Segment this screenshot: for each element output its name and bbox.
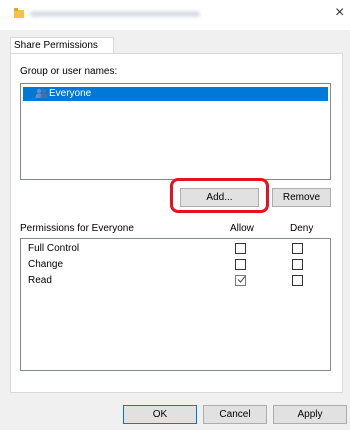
close-icon[interactable]: × bbox=[335, 3, 349, 23]
deny-checkbox[interactable] bbox=[292, 243, 303, 254]
folder-icon bbox=[14, 8, 24, 18]
title-bar: × bbox=[0, 0, 350, 30]
allow-checkbox[interactable] bbox=[235, 275, 246, 286]
deny-checkbox[interactable] bbox=[292, 259, 303, 270]
user-listbox[interactable]: Everyone bbox=[20, 83, 331, 180]
deny-column-header: Deny bbox=[290, 223, 314, 234]
apply-button[interactable]: Apply bbox=[273, 405, 347, 424]
permissions-for-label: Permissions for Everyone bbox=[20, 223, 134, 234]
allow-column-header: Allow bbox=[230, 223, 254, 234]
remove-button[interactable]: Remove bbox=[272, 188, 331, 207]
list-item-label: Everyone bbox=[49, 88, 92, 99]
permission-row: Full Control bbox=[21, 242, 330, 255]
allow-checkbox[interactable] bbox=[235, 259, 246, 270]
share-permissions-dialog: × Share Permissions Group or user names:… bbox=[0, 0, 350, 430]
tab-share-permissions[interactable]: Share Permissions bbox=[10, 37, 114, 53]
checkmark-icon bbox=[237, 276, 246, 283]
users-icon bbox=[35, 88, 48, 98]
dialog-body: Share Permissions Group or user names: E… bbox=[0, 30, 350, 430]
ok-button[interactable]: OK bbox=[123, 405, 197, 424]
window-title-redacted bbox=[30, 11, 200, 17]
highlight-box bbox=[170, 178, 269, 213]
cancel-button[interactable]: Cancel bbox=[203, 405, 267, 424]
permission-label: Read bbox=[28, 275, 52, 286]
list-item[interactable]: Everyone bbox=[23, 87, 328, 101]
permission-row: Read bbox=[21, 274, 330, 287]
permissions-table: Full Control Change Read bbox=[20, 238, 331, 371]
permission-row: Change bbox=[21, 258, 330, 271]
permission-label: Full Control bbox=[28, 243, 80, 254]
deny-checkbox[interactable] bbox=[292, 275, 303, 286]
group-or-user-names-label: Group or user names: bbox=[20, 66, 118, 77]
allow-checkbox[interactable] bbox=[235, 243, 246, 254]
permission-label: Change bbox=[28, 259, 64, 270]
